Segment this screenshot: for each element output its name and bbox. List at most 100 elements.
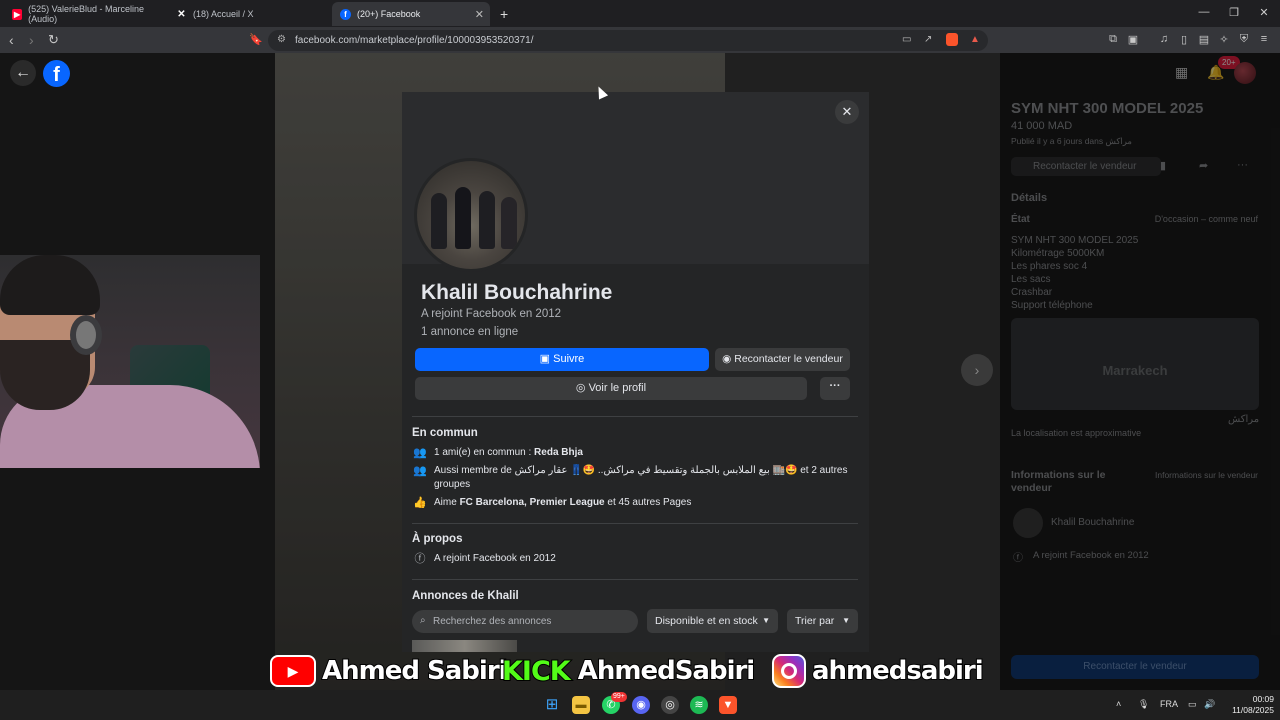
tab-x[interactable]: ✕ (18) Accueil / X xyxy=(168,2,328,26)
close-tab-icon[interactable]: ✕ xyxy=(475,8,484,21)
windows-start-icon[interactable]: ⊞ xyxy=(543,696,561,714)
right-panel-dim xyxy=(1000,53,1280,690)
cast-icon[interactable]: ▭ xyxy=(902,34,911,45)
groups-row: 👥 Aussi membre de بيع الملابس بالجملة وت… xyxy=(412,464,852,492)
tab-title: (20+) Facebook xyxy=(357,9,421,19)
network-icon[interactable]: ▭ xyxy=(1188,699,1197,710)
wallet-icon[interactable]: ▤ xyxy=(1197,33,1211,46)
friends-icon: 👥 xyxy=(413,447,427,459)
instagram-chip: ahmedsabiri xyxy=(772,652,985,690)
back-arrow-icon[interactable]: ← xyxy=(10,60,36,86)
contact-seller-button[interactable]: ◉ Recontacter le vendeur xyxy=(715,348,850,371)
back-icon[interactable]: ‹ xyxy=(9,32,14,48)
discord-icon[interactable]: ◉ xyxy=(632,696,650,714)
brave-shield-icon[interactable] xyxy=(946,33,958,46)
mutual-friends-row: 👥 1 ami(e) en commun : Reda Bhja xyxy=(412,446,852,460)
streamer-webcam xyxy=(0,255,260,468)
screenshot-icon[interactable]: ▣ xyxy=(1126,33,1140,46)
facebook-circle-icon: ⓕ xyxy=(414,553,426,565)
sort-label: Trier par xyxy=(795,615,835,627)
youtube-chip: ▶ Ahmed Sabiri xyxy=(270,652,509,690)
extensions-icon[interactable]: ⧉ xyxy=(1106,33,1120,46)
groups-names[interactable]: بيع الملابس بالجملة وتقسيط في مراكش.. 🤩👖… xyxy=(515,465,798,476)
profile-picture[interactable] xyxy=(414,158,528,272)
groups-prefix: Aussi membre de xyxy=(434,465,515,476)
liked-pages[interactable]: FC Barcelona, Premier League xyxy=(460,497,605,508)
instagram-logo-icon xyxy=(772,654,806,688)
youtube-logo-icon: ▶ xyxy=(270,655,316,687)
view-profile-button[interactable]: ◎ Voir le profil xyxy=(415,377,807,400)
more-button[interactable]: ··· xyxy=(820,377,850,400)
search-listings-input[interactable]: Recherchez des annonces xyxy=(412,610,638,633)
headset-icon xyxy=(70,315,102,355)
likes-row: 👍 Aime FC Barcelona, Premier League et 4… xyxy=(412,496,852,510)
browser-tab-bar: ▶ (525) ValerieBlud - Marceline (Audio) … xyxy=(0,0,1280,27)
kick-logo: KICK xyxy=(501,655,572,688)
microphone-icon[interactable]: 🎙 xyxy=(1138,699,1149,710)
obs-icon[interactable]: ◎ xyxy=(661,696,679,714)
show-hidden-icons-icon[interactable]: ˄ xyxy=(1116,699,1121,709)
sidebar-icon[interactable]: ▯ xyxy=(1177,33,1191,46)
groups-icon: 👥 xyxy=(413,465,427,477)
mutual-friend-name[interactable]: Reda Bhja xyxy=(534,447,583,458)
common-section-title: En commun xyxy=(412,427,478,439)
facebook-logo-icon[interactable]: f xyxy=(43,60,70,87)
kick-chip: KICK AhmedSabiri xyxy=(501,652,756,690)
clock-time[interactable]: 00:09 xyxy=(1240,694,1274,704)
bookmark-icon[interactable]: 🔖 xyxy=(249,33,263,46)
close-modal-button[interactable]: ✕ xyxy=(835,100,859,124)
forward-icon[interactable]: › xyxy=(29,32,34,48)
listings-section-title: Annonces de Khalil xyxy=(412,590,519,602)
availability-filter-button[interactable]: Disponible et en stock ▼ xyxy=(647,609,778,633)
language-indicator[interactable]: FRA xyxy=(1160,699,1178,709)
restore-icon[interactable]: ❐ xyxy=(1226,6,1242,19)
about-joined-text: A rejoint Facebook en 2012 xyxy=(434,553,556,564)
filter-label: Disponible et en stock xyxy=(655,615,758,627)
share-icon[interactable]: ↗ xyxy=(924,34,932,45)
brave-browser-icon[interactable]: ▼ xyxy=(719,696,737,714)
close-window-icon[interactable]: ✕ xyxy=(1256,6,1272,19)
store-icon: ▣ xyxy=(539,353,554,365)
site-info-icon[interactable]: ⚙ xyxy=(277,34,286,45)
media-icon[interactable]: ♫ xyxy=(1157,33,1171,45)
volume-icon[interactable]: 🔊 xyxy=(1204,699,1215,710)
youtube-icon: ▶ xyxy=(12,8,23,20)
follow-button[interactable]: ▣ Suivre xyxy=(415,348,709,371)
brave-rewards-icon[interactable]: ▲ xyxy=(970,34,980,45)
new-tab-button[interactable]: + xyxy=(496,2,516,26)
spotify-icon[interactable]: ≋ xyxy=(690,696,708,714)
photo-person xyxy=(479,191,495,249)
vpn-icon[interactable]: ⛨ xyxy=(1237,33,1251,46)
instagram-lens xyxy=(781,663,797,679)
seller-profile-modal: ✕ Khalil Bouchahrine A rejoint Facebook … xyxy=(402,92,869,652)
streamer-hair xyxy=(0,255,100,315)
menu-icon[interactable]: ≡ xyxy=(1257,33,1271,45)
next-photo-button[interactable]: › xyxy=(961,354,993,386)
stream-social-overlay: ▶ Ahmed Sabiri KICK AhmedSabiri ahmedsab… xyxy=(268,652,985,690)
contact-label: Recontacter le vendeur xyxy=(734,353,843,365)
mutual-friends-text: 1 ami(e) en commun : Reda Bhja xyxy=(434,446,583,460)
search-icon: ⌕ xyxy=(420,615,426,626)
leo-ai-icon[interactable]: ✧ xyxy=(1217,33,1231,46)
profile-joined: A rejoint Facebook en 2012 xyxy=(421,308,562,320)
minimize-icon[interactable]: — xyxy=(1196,6,1212,18)
photo-person xyxy=(455,187,471,249)
clock-date[interactable]: 11/08/2025 xyxy=(1222,705,1274,715)
likes-text: Aime FC Barcelona, Premier League et 45 … xyxy=(434,496,691,510)
file-explorer-icon[interactable]: ▬ xyxy=(572,696,590,714)
divider xyxy=(412,579,858,580)
view-profile-label: Voir le profil xyxy=(588,382,647,394)
x-icon: ✕ xyxy=(176,8,187,20)
whatsapp-badge: 99+ xyxy=(611,692,627,702)
tab-youtube[interactable]: ▶ (525) ValerieBlud - Marceline (Audio) xyxy=(4,2,164,26)
listing-thumbnail[interactable] xyxy=(412,640,517,652)
follow-label: Suivre xyxy=(553,353,585,365)
address-bar[interactable]: ⚙ facebook.com/marketplace/profile/10000… xyxy=(268,30,988,51)
caret-down-icon: ▼ xyxy=(842,616,850,625)
divider xyxy=(412,523,858,524)
photo-person xyxy=(501,197,517,249)
tab-facebook[interactable]: f (20+) Facebook ✕ xyxy=(332,2,490,26)
likes-suffix: et 45 autres Pages xyxy=(604,497,692,508)
sort-button[interactable]: Trier par ▼ xyxy=(787,609,858,633)
reload-icon[interactable]: ↻ xyxy=(48,32,59,48)
